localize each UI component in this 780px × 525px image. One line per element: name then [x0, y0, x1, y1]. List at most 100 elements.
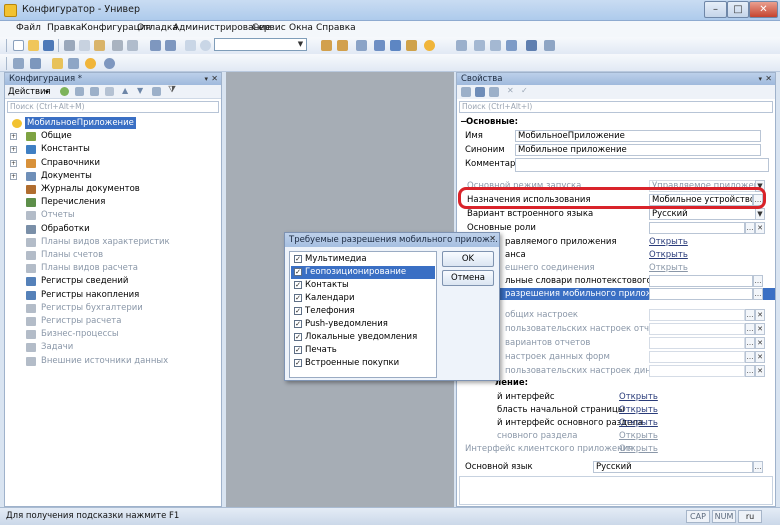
categories-icon[interactable] — [461, 87, 471, 97]
permission-item[interactable]: ✓ Мультимедиа — [291, 253, 435, 266]
close-button[interactable]: ✕ — [749, 1, 778, 18]
clear-icon[interactable]: ✕ — [755, 351, 765, 363]
clear-icon[interactable]: ✕ — [755, 309, 765, 321]
open-link-session[interactable]: Открыть — [649, 250, 688, 260]
main-lang-field[interactable]: Русский — [593, 461, 753, 473]
redo-icon[interactable] — [165, 40, 176, 51]
builtin-lang-field[interactable]: Русский — [649, 208, 757, 220]
new-file-icon[interactable] — [13, 40, 24, 51]
repository-icon[interactable] — [526, 40, 537, 51]
tree-item[interactable]: Регистры бухгалтерии — [5, 302, 221, 315]
find-prev-icon[interactable] — [337, 40, 348, 51]
chevron-down-icon[interactable]: ▾ — [45, 88, 49, 96]
tree-item[interactable]: Журналы документов — [5, 183, 221, 196]
ellipsis-button[interactable]: … — [745, 222, 755, 234]
delete-icon[interactable] — [105, 87, 114, 96]
chevron-down-icon[interactable]: ▼ — [755, 208, 765, 220]
run-icon[interactable] — [104, 58, 115, 69]
menu-windows[interactable]: Окна — [289, 23, 313, 33]
minimize-button[interactable]: – — [704, 1, 727, 18]
menu-debug[interactable]: Отладка — [137, 23, 178, 33]
find-in-list-icon[interactable] — [185, 40, 196, 51]
ellipsis-button[interactable]: … — [753, 275, 763, 287]
module-icon[interactable] — [544, 40, 555, 51]
pin-icon[interactable]: ▾ — [758, 73, 762, 85]
paste-icon[interactable] — [94, 40, 105, 51]
permission-item[interactable]: ✓ Геопозиционирование — [291, 266, 435, 279]
comment-field[interactable] — [515, 158, 769, 172]
syntax-helper-icon[interactable] — [374, 40, 385, 51]
print-icon[interactable] — [112, 40, 123, 51]
mobile-perm-field[interactable] — [649, 288, 753, 300]
info-icon[interactable] — [424, 40, 435, 51]
close-icon[interactable]: ✕ — [765, 73, 772, 85]
maximize-button[interactable]: □ — [727, 1, 749, 18]
cancel-button[interactable]: Отмена — [442, 270, 494, 286]
list-icon[interactable] — [68, 58, 79, 69]
checkbox[interactable]: ✓ — [294, 307, 302, 315]
open-link-main-section[interactable]: Открыть — [619, 431, 658, 441]
menu-help[interactable]: Справка — [316, 23, 356, 33]
copy-item-icon[interactable] — [90, 87, 99, 96]
section-main[interactable]: − Основные: — [457, 117, 775, 129]
expand-icon[interactable]: + — [10, 146, 17, 154]
tree-root[interactable]: МобильноеПриложение — [5, 117, 221, 130]
window-icon[interactable] — [356, 40, 367, 51]
close-icon[interactable]: ✕ — [211, 73, 218, 85]
prop-mobile-perm-row[interactable]: разрешения мобильного приложения … — [457, 288, 775, 300]
tree-item[interactable]: Регистры накопления — [5, 289, 221, 302]
checkbox[interactable]: ✓ — [294, 320, 302, 328]
tree-item[interactable]: + Документы — [5, 170, 221, 183]
help-icon[interactable] — [390, 40, 401, 51]
undo-icon[interactable] — [150, 40, 161, 51]
user-report-field[interactable] — [649, 323, 745, 335]
menu-file[interactable]: Файл — [16, 23, 41, 33]
tree-item[interactable]: + Константы — [5, 143, 221, 156]
close-icon[interactable]: ✕ — [489, 234, 496, 243]
update-config-icon[interactable] — [52, 58, 63, 69]
expand-icon[interactable]: + — [10, 133, 17, 141]
menu-edit[interactable]: Правка — [47, 23, 81, 33]
move-up-icon[interactable]: ▲ — [122, 86, 128, 95]
open-link-managed-app[interactable]: Открыть — [649, 237, 688, 247]
filter-icon[interactable]: ⧩ — [168, 85, 176, 95]
open-link-client-iface[interactable]: Открыть — [619, 444, 658, 454]
clear-icon[interactable]: ✕ — [755, 337, 765, 349]
tree-item[interactable]: Обработки — [5, 223, 221, 236]
permission-item[interactable]: ✓ Локальные уведомления — [291, 331, 435, 344]
filter-props-icon[interactable] — [489, 87, 499, 97]
checkbox[interactable]: ✓ — [294, 255, 302, 263]
name-field[interactable]: МобильноеПриложение — [515, 130, 761, 142]
ok-button[interactable]: OK — [442, 251, 494, 267]
open-link-external-conn[interactable]: Открыть — [649, 263, 688, 273]
fulltext-field[interactable] — [649, 275, 753, 287]
tree-item[interactable]: Перечисления — [5, 196, 221, 209]
cancel-icon[interactable]: ✕ — [507, 86, 514, 95]
properties-search-input[interactable]: Поиск (Ctrl+Alt+I) — [459, 101, 773, 113]
ellipsis-button[interactable]: … — [753, 461, 763, 473]
ellipsis-button[interactable]: … — [745, 323, 755, 335]
ellipsis-button[interactable]: … — [745, 337, 755, 349]
configuration-search-input[interactable]: Поиск (Ctrl+Alt+M) — [7, 101, 219, 113]
wizard-icon[interactable] — [406, 40, 417, 51]
permission-item[interactable]: ✓ Телефония — [291, 305, 435, 318]
tree-item[interactable]: Отчеты — [5, 209, 221, 222]
expand-icon[interactable]: + — [10, 159, 17, 167]
tree-item[interactable]: Регистры расчета — [5, 315, 221, 328]
edit-icon[interactable] — [75, 87, 84, 96]
tree-item[interactable]: + Общие — [5, 130, 221, 143]
permission-item[interactable]: ✓ Контакты — [291, 279, 435, 292]
checkbox[interactable]: ✓ — [294, 346, 302, 354]
preview-icon[interactable] — [127, 40, 138, 51]
config-window-icon[interactable] — [13, 58, 24, 69]
roles-field[interactable] — [649, 222, 745, 234]
ellipsis-button[interactable]: … — [745, 309, 755, 321]
tree-icon[interactable] — [456, 40, 467, 51]
db-icon[interactable] — [30, 58, 41, 69]
ellipsis-button[interactable]: … — [745, 351, 755, 363]
clear-icon[interactable]: ✕ — [755, 222, 765, 234]
tree-item[interactable]: Планы видов расчета — [5, 262, 221, 275]
tree-item[interactable]: Внешние источники данных — [5, 355, 221, 368]
checkbox[interactable]: ✓ — [294, 333, 302, 341]
open-folder-icon[interactable] — [28, 40, 39, 51]
